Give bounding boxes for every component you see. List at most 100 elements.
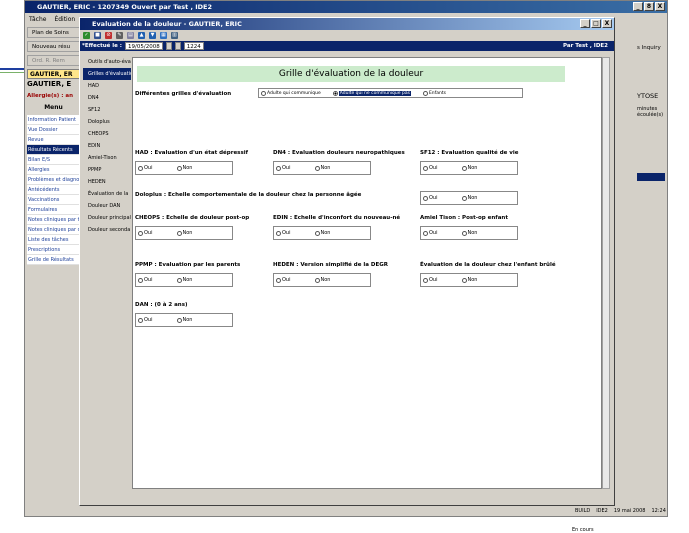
edit-icon[interactable]: ✎ [116, 32, 123, 39]
grid-type-option[interactable]: Enfants [422, 90, 446, 96]
radio-non[interactable]: Non [461, 165, 477, 171]
patient-menu-item[interactable]: Antécédents [27, 185, 80, 195]
form-header: Grille d'évaluation de la douleur [137, 66, 565, 82]
radio-oui[interactable]: Oui [138, 230, 153, 236]
patient-menu-item[interactable]: Notes cliniques par date [27, 225, 80, 235]
radio-non[interactable]: Non [461, 277, 477, 283]
radio-non[interactable]: Non [176, 317, 192, 323]
nouveau-resultat-button[interactable]: Nouveau résu [27, 41, 82, 52]
form-nav-item[interactable]: Douleur seconda [83, 224, 131, 236]
ord-rem-button[interactable]: Ord. R. Rem [27, 55, 82, 66]
modal-close-button[interactable]: X [602, 19, 612, 28]
radio-oui[interactable]: Oui [276, 165, 291, 171]
form-nav-item[interactable]: Douleur DAN [83, 200, 131, 212]
patient-menu-item[interactable]: Formulaires [27, 205, 80, 215]
time-field[interactable]: 1224 [183, 42, 204, 50]
form-nav-item[interactable]: EDIN [83, 140, 131, 152]
form-nav-item[interactable]: CHEOPS [83, 128, 131, 140]
menu-tache[interactable]: Tâche [29, 14, 46, 25]
patient-menu-item[interactable]: Grille de Résultats [27, 255, 80, 265]
date-field[interactable]: 19/05/2008 [125, 42, 163, 50]
patient-menu-item[interactable]: Problèmes et diagnostics [27, 175, 80, 185]
radio-oui-label: Oui [429, 230, 438, 236]
grid-type-option[interactable]: Adulte qui ne communique pas [332, 90, 411, 96]
patient-menu-item[interactable]: Allergies [27, 165, 80, 175]
scale-yes-no-group: Oui Non [420, 191, 518, 205]
patient-menu-item[interactable]: Résultats Récents [27, 145, 80, 155]
date-spinner[interactable] [165, 42, 172, 50]
radio-oui[interactable]: Oui [138, 277, 153, 283]
radio-non[interactable]: Non [314, 230, 330, 236]
form-nav-item[interactable]: Outils d'auto-éva [83, 56, 131, 68]
grid-type-option-label: Adulte qui ne communique pas [338, 90, 411, 96]
patient-menu-item[interactable]: Revue [27, 135, 80, 145]
save-icon[interactable]: ■ [94, 32, 101, 39]
up-arrow-icon[interactable]: ▲ [138, 32, 145, 39]
patient-menu-item[interactable]: Notes cliniques par type [27, 215, 80, 225]
scale-yes-no-group: Oui Non [420, 226, 518, 240]
radio-non[interactable]: Non [461, 230, 477, 236]
radio-non[interactable]: Non [176, 277, 192, 283]
radio-non[interactable]: Non [176, 165, 193, 171]
radio-oui[interactable]: Oui [138, 165, 153, 171]
cancel-icon[interactable]: ⊘ [105, 32, 112, 39]
form-nav-item[interactable]: PPMP [83, 164, 131, 176]
time-spinner[interactable] [174, 42, 181, 50]
right-text-minutes: minutes écoulée(s) [637, 106, 664, 118]
patient-menu-item[interactable]: Prescriptions [27, 245, 80, 255]
form-nav-item[interactable]: DN4 [83, 92, 131, 104]
vertical-scrollbar[interactable] [602, 57, 610, 489]
radio-oui[interactable]: Oui [423, 165, 438, 171]
restore-button[interactable]: 8 [644, 2, 654, 11]
down-arrow-icon[interactable]: ▼ [149, 32, 156, 39]
radio-non[interactable]: Non [314, 165, 330, 171]
patient-menu-item[interactable]: Vue Dossier [27, 125, 80, 135]
right-selection-band [637, 173, 665, 181]
form-nav-item[interactable]: HEDEN [83, 176, 131, 188]
patient-menu-item[interactable]: Vaccinations [27, 195, 80, 205]
status-build: BUILD [575, 508, 591, 514]
menu-edition[interactable]: Édition [54, 14, 75, 25]
grid-type-option[interactable]: Adulte qui communique [261, 90, 321, 96]
form-nav-item[interactable]: Amiel-Tison [83, 152, 131, 164]
radio-icon [423, 230, 428, 236]
form-nav-item[interactable]: Évaluation de la [83, 188, 131, 200]
modal-title-bar: Evaluation de la douleur - GAUTIER, ERIC… [80, 18, 614, 30]
radio-icon [138, 317, 143, 323]
radio-oui[interactable]: Oui [138, 317, 153, 323]
print-icon[interactable]: ▤ [127, 32, 134, 39]
grid-icon[interactable]: ▦ [160, 32, 167, 39]
radio-non-label: Non [182, 165, 193, 171]
modal-minimize-button[interactable]: _ [580, 19, 590, 28]
radio-icon [423, 165, 428, 171]
radio-non[interactable]: Non [314, 277, 330, 283]
radio-oui[interactable]: Oui [276, 230, 291, 236]
document-icon[interactable]: ▥ [171, 32, 178, 39]
form-nav-item[interactable]: SF12 [83, 104, 131, 116]
patient-menu-item[interactable]: Bilan E/S [27, 155, 80, 165]
radio-oui[interactable]: Oui [276, 277, 291, 283]
form-nav-item[interactable]: Doloplus [83, 116, 131, 128]
patient-menu-item[interactable]: Liste des tâches [27, 235, 80, 245]
scale-yes-no-group: Oui Non [420, 161, 518, 175]
form-nav-item[interactable]: HAD [83, 80, 131, 92]
main-window-title: GAUTIER, ERIC - 1207349 Ouvert par Test … [25, 1, 667, 13]
radio-icon [176, 277, 182, 283]
scale-label: HAD : Evaluation d'un état dépressif [135, 150, 248, 156]
status-time: 12:24 [651, 508, 666, 514]
close-button[interactable]: X [655, 2, 665, 11]
radio-non[interactable]: Non [461, 195, 477, 201]
radio-non[interactable]: Non [176, 230, 192, 236]
form-nav-item[interactable]: Grilles d'évaluatio [83, 68, 131, 80]
radio-oui[interactable]: Oui [423, 230, 438, 236]
radio-oui[interactable]: Oui [423, 277, 438, 283]
form-nav-item[interactable]: Douleur principal [83, 212, 131, 224]
minimize-button[interactable]: _ [633, 2, 643, 11]
radio-icon [138, 165, 143, 171]
plan-de-soins-button[interactable]: Plan de Soins [27, 27, 82, 38]
form-nav-list: Outils d'auto-éva Grilles d'évaluatio HAD D… [83, 56, 131, 236]
check-icon[interactable]: ✓ [83, 32, 90, 39]
patient-menu-item[interactable]: Information Patient [27, 115, 80, 125]
radio-oui[interactable]: Oui [423, 195, 438, 201]
modal-maximize-button[interactable]: □ [591, 19, 601, 28]
